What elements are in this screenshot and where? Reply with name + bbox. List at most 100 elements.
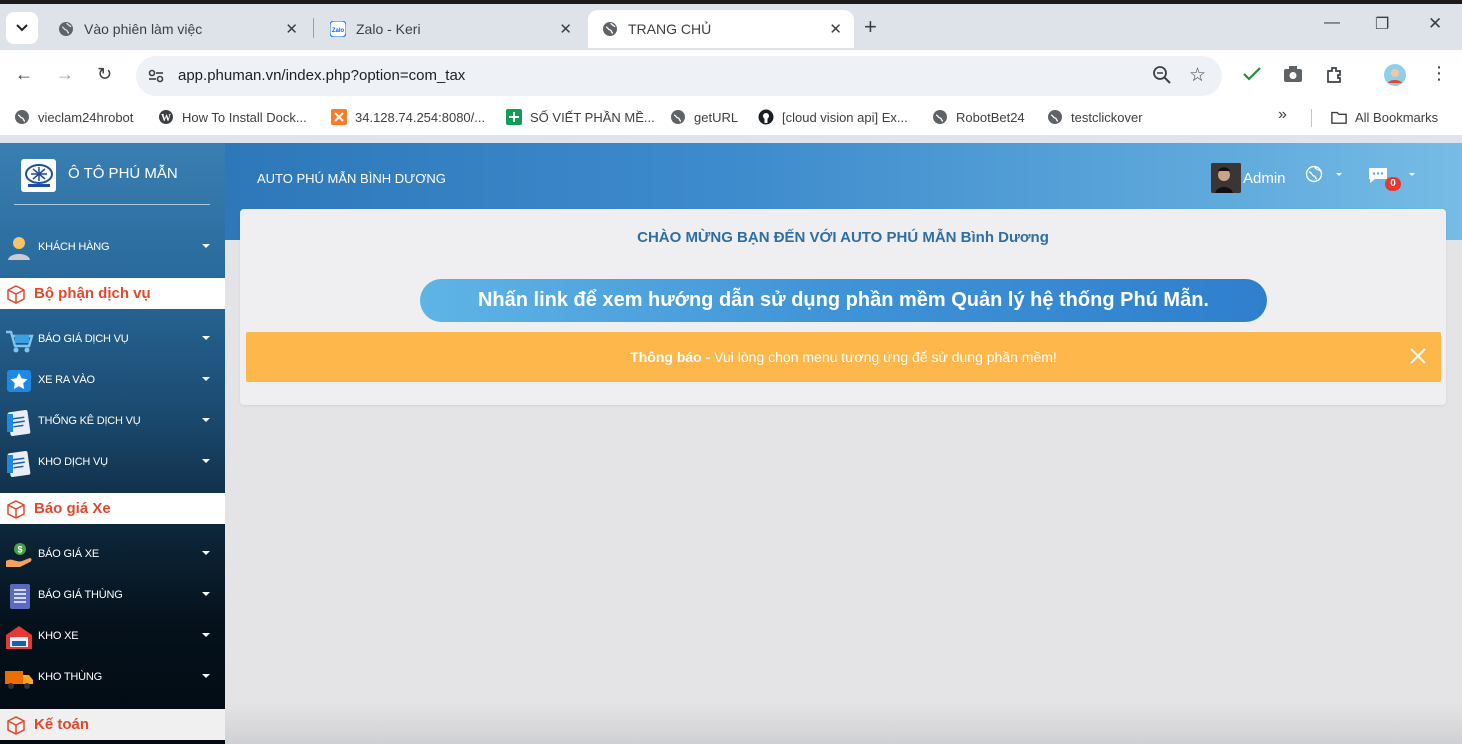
globe-icon — [15, 110, 29, 124]
logo-icon — [24, 163, 53, 187]
tab-separator — [313, 18, 314, 38]
bookmark-item[interactable]: getURL — [670, 109, 738, 125]
close-tab-icon[interactable]: ✕ — [559, 20, 572, 38]
brand-name: Ô TÔ PHÚ MẪN — [68, 165, 178, 182]
back-arrow-icon[interactable]: ← — [15, 64, 33, 85]
alert-text: Vui lòng chọn menu tương ứng để sử dụng … — [714, 349, 1057, 365]
section-title: Bộ phận dịch vụ — [34, 285, 151, 302]
close-tab-icon[interactable]: ✕ — [285, 20, 298, 38]
content-bottom-edge — [225, 703, 1462, 744]
sidebar-item-body-stock[interactable]: KHO THÙNG — [0, 657, 225, 697]
extensions-puzzle-icon[interactable] — [1325, 65, 1345, 85]
money-hand-icon: $ — [6, 543, 32, 567]
address-bar[interactable]: app.phuman.vn/index.php?option=com_tax ☆ — [136, 56, 1222, 96]
bookmark-star-icon[interactable]: ☆ — [1189, 64, 1206, 87]
bookmark-item[interactable]: RobotBet24 — [932, 109, 1025, 125]
browser-tabstrip: Vào phiên làm việc ✕ Zalo Zalo - Keri ✕ … — [0, 0, 1462, 50]
sidebar-item-label: BÁO GIÁ XE — [38, 548, 99, 560]
forward-arrow-icon[interactable]: → — [56, 64, 74, 85]
sidebar-item-vehicle-in-out[interactable]: XE RA VÀO — [0, 360, 225, 400]
caret-down-icon[interactable] — [1409, 173, 1415, 176]
brand-logo[interactable] — [21, 159, 56, 192]
box-icon — [7, 285, 25, 304]
caret-down-icon[interactable] — [1336, 173, 1342, 176]
bookmark-item[interactable]: vieclam24hrobot — [14, 109, 133, 125]
garage-icon — [6, 626, 32, 649]
star-badge-icon — [7, 370, 31, 392]
caret-down-icon — [202, 418, 210, 422]
new-tab-icon[interactable]: + — [864, 14, 877, 40]
globe-language-icon[interactable] — [1305, 165, 1323, 183]
browser-toolbar: ← → ↻ app.phuman.vn/index.php?option=com… — [0, 50, 1462, 100]
section-title: Báo giá Xe — [34, 500, 111, 517]
close-alert-icon[interactable] — [1409, 347, 1427, 365]
svg-text:W: W — [161, 113, 171, 124]
bookmark-item[interactable]: testclickover — [1047, 109, 1143, 125]
alert-label: Thông báo - — [630, 349, 711, 365]
sidebar-item-vehicle-quote[interactable]: $ BÁO GIÁ XE — [0, 534, 225, 574]
sidebar-item-customers[interactable]: KHÁCH HÀNG — [0, 227, 225, 267]
tab-search-button[interactable] — [6, 12, 38, 44]
sidebar-section-service[interactable]: Bộ phận dịch vụ — [0, 278, 225, 309]
spreadsheet-icon — [506, 109, 522, 125]
sidebar-item-service-stats[interactable]: THỐNG KÊ DỊCH VỤ — [0, 401, 225, 441]
bookmark-label: How To Install Dock... — [182, 109, 307, 125]
sidebar-section-accounting[interactable]: Kế toán — [0, 709, 225, 740]
more-bookmarks-icon[interactable]: » — [1278, 106, 1287, 124]
camera-icon[interactable] — [1283, 65, 1303, 83]
tab-title: TRANG CHỦ — [628, 21, 712, 37]
message-count-badge: 0 — [1385, 177, 1401, 191]
guide-link[interactable]: Nhấn link để xem hướng dẫn sử dụng phần … — [420, 279, 1267, 322]
wordpress-icon: W — [159, 110, 173, 124]
globe-icon — [59, 22, 73, 36]
close-window-icon[interactable]: ✕ — [1428, 14, 1442, 34]
browser-menu-icon[interactable]: ⋮ — [1430, 63, 1448, 84]
bookmark-item[interactable]: 34.128.74.254:8080/... — [331, 109, 485, 125]
window-top-edge — [0, 0, 1462, 4]
bookmark-item[interactable]: SỐ VIẾT PHẦN MỀ... — [506, 109, 655, 125]
tab-login[interactable]: Vào phiên làm việc ✕ — [44, 10, 310, 48]
avatar[interactable] — [1211, 163, 1241, 193]
bookmark-label: RobotBet24 — [956, 109, 1025, 125]
sidebar-item-label: THỐNG KÊ DỊCH VỤ — [38, 415, 141, 427]
user-icon — [8, 237, 30, 260]
bookmark-label: [cloud vision api] Ex... — [782, 109, 908, 125]
sidebar-item-body-quote[interactable]: BÁO GIÁ THÙNG — [0, 575, 225, 615]
reload-icon[interactable]: ↻ — [97, 64, 112, 85]
user-name[interactable]: Admin — [1243, 170, 1286, 187]
sidebar-item-service-stock[interactable]: KHO DỊCH VỤ — [0, 442, 225, 482]
zoom-icon[interactable] — [1152, 65, 1172, 85]
brand-divider — [14, 204, 210, 205]
xampp-icon — [331, 109, 347, 125]
all-bookmarks-button[interactable]: All Bookmarks — [1331, 109, 1438, 125]
cart-icon — [6, 330, 34, 353]
notepad-icon — [7, 450, 31, 477]
notepad-icon — [7, 409, 31, 436]
restore-icon[interactable]: ❐ — [1375, 14, 1389, 34]
site-name: AUTO PHÚ MẪN BÌNH DƯƠNG — [257, 171, 446, 186]
sidebar-item-label: BÁO GIÁ THÙNG — [38, 589, 123, 601]
checkmark-extension-icon[interactable] — [1242, 65, 1262, 83]
profile-avatar-icon[interactable] — [1383, 63, 1407, 87]
folder-icon — [1331, 111, 1347, 124]
close-tab-icon[interactable]: ✕ — [829, 20, 842, 38]
sidebar-section-vehicle-quote[interactable]: Báo giá Xe — [0, 493, 225, 524]
site-settings-icon — [148, 69, 164, 83]
svg-text:$: $ — [17, 545, 22, 555]
bookmark-item[interactable]: W How To Install Dock... — [158, 109, 307, 125]
caret-down-icon — [202, 592, 210, 596]
sidebar-item-vehicle-stock[interactable]: KHO XE — [0, 616, 225, 656]
sidebar-item-label: KHO THÙNG — [38, 671, 103, 683]
sidebar-item-service-quote[interactable]: BÁO GIÁ DỊCH VỤ — [0, 319, 225, 359]
caret-down-icon — [202, 244, 210, 248]
tab-zalo[interactable]: Zalo Zalo - Keri ✕ — [316, 10, 584, 48]
globe-icon — [603, 22, 617, 36]
bookmark-item[interactable]: [cloud vision api] Ex... — [758, 109, 908, 125]
tab-home[interactable]: TRANG CHỦ ✕ — [588, 10, 854, 48]
section-title: Kế toán — [34, 716, 90, 733]
all-bookmarks-label: All Bookmarks — [1355, 109, 1439, 125]
sidebar-item-label: KHO DỊCH VỤ — [38, 456, 108, 468]
list-document-icon — [10, 584, 30, 609]
svg-text:Zalo: Zalo — [332, 28, 345, 34]
minimize-icon[interactable]: — — [1324, 14, 1340, 32]
